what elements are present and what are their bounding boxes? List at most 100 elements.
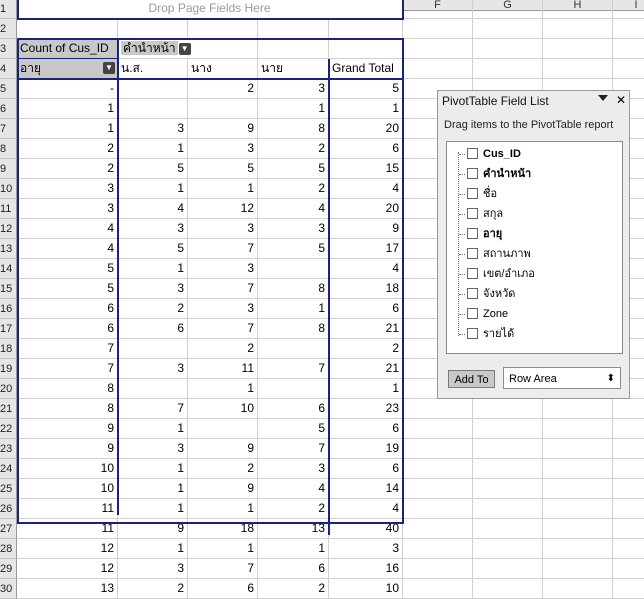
- row-header[interactable]: 22: [0, 419, 17, 439]
- value-cell[interactable]: 5: [258, 239, 329, 259]
- cell[interactable]: [403, 479, 473, 499]
- cell[interactable]: [613, 539, 644, 559]
- column-value-header[interactable]: นาย: [258, 59, 329, 79]
- value-cell[interactable]: 8: [258, 119, 329, 139]
- cell[interactable]: [543, 539, 613, 559]
- value-cell[interactable]: 1: [118, 139, 188, 159]
- row-header[interactable]: 19: [0, 359, 17, 379]
- row-header[interactable]: 15: [0, 279, 17, 299]
- cell[interactable]: [543, 39, 613, 59]
- field-checkbox[interactable]: [467, 288, 478, 299]
- value-cell[interactable]: 5: [118, 159, 188, 179]
- pivot-row-field[interactable]: อายุ ▼: [17, 59, 118, 79]
- cell[interactable]: [543, 19, 613, 39]
- row-header[interactable]: 27: [0, 519, 17, 539]
- row-label-cell[interactable]: 2: [17, 139, 118, 159]
- value-cell[interactable]: 2: [258, 499, 329, 519]
- value-cell[interactable]: 7: [258, 439, 329, 459]
- row-label-cell[interactable]: 7: [17, 339, 118, 359]
- value-cell[interactable]: 7: [118, 399, 188, 419]
- row-header[interactable]: 2: [0, 19, 17, 39]
- cell[interactable]: [543, 559, 613, 579]
- grand-total-header[interactable]: Grand Total: [329, 59, 403, 79]
- value-cell[interactable]: 1: [188, 499, 258, 519]
- value-cell[interactable]: 2: [118, 299, 188, 319]
- value-cell[interactable]: [118, 79, 188, 99]
- cell[interactable]: [258, 39, 329, 59]
- row-label-cell[interactable]: 8: [17, 399, 118, 419]
- row-label-cell[interactable]: 8: [17, 379, 118, 399]
- row-header[interactable]: 23: [0, 439, 17, 459]
- value-cell[interactable]: 3: [188, 299, 258, 319]
- cell[interactable]: [473, 459, 543, 479]
- value-cell[interactable]: 6: [258, 399, 329, 419]
- value-cell[interactable]: [118, 99, 188, 119]
- row-label-cell[interactable]: 12: [17, 559, 118, 579]
- grand-total-cell[interactable]: 4: [329, 259, 403, 279]
- grand-total-cell[interactable]: 6: [329, 139, 403, 159]
- row-header[interactable]: 20: [0, 379, 17, 399]
- cell[interactable]: [17, 19, 118, 39]
- cell[interactable]: [613, 419, 644, 439]
- cell[interactable]: [613, 439, 644, 459]
- grand-total-cell[interactable]: 1: [329, 379, 403, 399]
- row-header[interactable]: 10: [0, 179, 17, 199]
- cell[interactable]: [188, 39, 258, 59]
- row-label-cell[interactable]: 2: [17, 159, 118, 179]
- row-header[interactable]: 25: [0, 479, 17, 499]
- grand-total-cell[interactable]: 4: [329, 179, 403, 199]
- cell[interactable]: [543, 479, 613, 499]
- cell[interactable]: [543, 419, 613, 439]
- value-cell[interactable]: 5: [188, 159, 258, 179]
- row-header[interactable]: 30: [0, 579, 17, 599]
- value-cell[interactable]: [188, 419, 258, 439]
- cell[interactable]: [543, 519, 613, 539]
- area-select[interactable]: Row Area ⬍: [503, 367, 621, 389]
- grand-total-cell[interactable]: 40: [329, 519, 403, 539]
- grand-total-cell[interactable]: 1: [329, 99, 403, 119]
- cell[interactable]: [473, 0, 543, 19]
- value-cell[interactable]: 1: [118, 499, 188, 519]
- row-header[interactable]: 9: [0, 159, 17, 179]
- row-label-cell[interactable]: 5: [17, 279, 118, 299]
- field-checkbox[interactable]: [467, 328, 478, 339]
- cell[interactable]: [329, 39, 403, 59]
- row-label-cell[interactable]: 9: [17, 419, 118, 439]
- cell[interactable]: [403, 559, 473, 579]
- row-label-cell[interactable]: 3: [17, 199, 118, 219]
- value-cell[interactable]: 1: [188, 179, 258, 199]
- cell[interactable]: [403, 419, 473, 439]
- value-cell[interactable]: 3: [258, 459, 329, 479]
- grand-total-cell[interactable]: 10: [329, 579, 403, 599]
- cell[interactable]: [403, 579, 473, 599]
- value-cell[interactable]: 7: [188, 319, 258, 339]
- row-label-cell[interactable]: 13: [17, 579, 118, 599]
- value-cell[interactable]: 3: [188, 259, 258, 279]
- value-cell[interactable]: [258, 379, 329, 399]
- value-cell[interactable]: 7: [188, 559, 258, 579]
- value-cell[interactable]: 4: [258, 199, 329, 219]
- cell[interactable]: [543, 579, 613, 599]
- field-checkbox[interactable]: [467, 268, 478, 279]
- column-value-header[interactable]: น.ส.: [118, 59, 188, 79]
- row-label-cell[interactable]: 9: [17, 439, 118, 459]
- grand-total-cell[interactable]: 5: [329, 79, 403, 99]
- value-cell[interactable]: 1: [118, 179, 188, 199]
- value-cell[interactable]: 1: [258, 539, 329, 559]
- cell[interactable]: [403, 39, 473, 59]
- value-cell[interactable]: 3: [258, 79, 329, 99]
- value-cell[interactable]: 3: [118, 559, 188, 579]
- value-cell[interactable]: 5: [258, 419, 329, 439]
- cell[interactable]: [473, 19, 543, 39]
- cell[interactable]: [403, 399, 473, 419]
- row-header[interactable]: 26: [0, 499, 17, 519]
- row-label-cell[interactable]: 5: [17, 259, 118, 279]
- close-icon[interactable]: ✕: [616, 93, 626, 107]
- row-label-cell[interactable]: 11: [17, 519, 118, 539]
- value-cell[interactable]: 2: [188, 79, 258, 99]
- grand-total-cell[interactable]: 20: [329, 199, 403, 219]
- row-header[interactable]: 11: [0, 199, 17, 219]
- cell[interactable]: [473, 59, 543, 79]
- grand-total-cell[interactable]: 14: [329, 479, 403, 499]
- cell[interactable]: [543, 399, 613, 419]
